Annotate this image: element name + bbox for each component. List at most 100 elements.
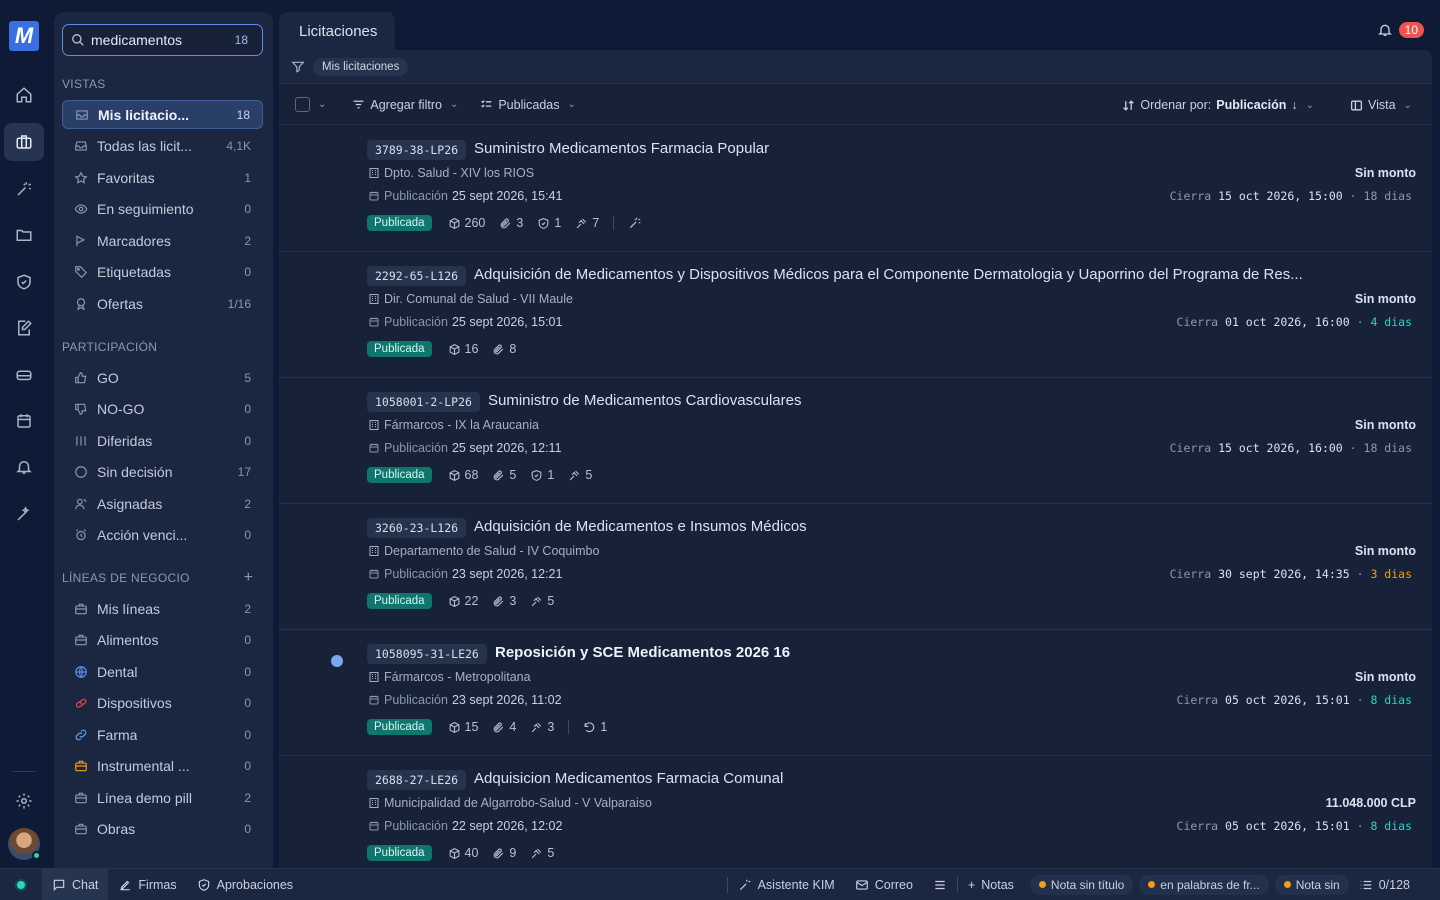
table-row[interactable]: 1058095-31-LE26 Reposición y SCE Medicame… xyxy=(279,630,1432,756)
sidebar-item[interactable]: Mis líneas 2 xyxy=(62,594,263,623)
sidebar-item[interactable]: Todas las licit... 4,1K xyxy=(62,132,263,161)
sidebar-item[interactable]: En seguimiento 0 xyxy=(62,195,263,224)
sidebar-item-label: Dental xyxy=(97,663,138,680)
home-icon[interactable] xyxy=(4,76,44,114)
tender-published: Publicación 25 sept 2026, 15:01 xyxy=(368,315,562,329)
sidebar-item[interactable]: Obras 0 xyxy=(62,815,263,844)
wand-icon[interactable] xyxy=(4,495,44,533)
filter-row: Mis licitaciones xyxy=(279,50,1432,84)
tender-title[interactable]: Reposición y SCE Medicamentos 2026 16 xyxy=(495,644,790,661)
asistente-button[interactable]: Asistente KIM xyxy=(728,869,845,900)
add-filter-button[interactable]: Agregar filtro ⌄ xyxy=(352,98,458,112)
tender-id[interactable]: 1058095-31-LE26 xyxy=(367,644,487,664)
sidebar-item-label: Dispositivos xyxy=(97,695,172,711)
select-all-checkbox[interactable] xyxy=(295,97,310,112)
chat-button[interactable]: Chat xyxy=(42,868,109,900)
ai-analysis-button[interactable] xyxy=(628,216,642,230)
note-tab[interactable]: Nota sin xyxy=(1274,874,1349,895)
note-tab[interactable]: en palabras de fr... xyxy=(1139,874,1269,895)
menu-button[interactable] xyxy=(923,869,957,900)
bids-count: 5 xyxy=(530,846,554,860)
edit-document-icon[interactable] xyxy=(4,309,44,347)
sidebar-item[interactable]: Ofertas 1/16 xyxy=(62,289,263,318)
app-logo[interactable]: M xyxy=(9,21,39,51)
note-tab[interactable]: Nota sin título xyxy=(1029,874,1134,895)
folder-icon[interactable] xyxy=(4,216,44,254)
table-row[interactable]: 3789-38-LP26 Suministro Medicamentos Farm… xyxy=(279,126,1432,252)
table-row[interactable]: 2688-27-LE26 Adquisicion Medicamentos Far… xyxy=(279,756,1432,868)
tab-licitaciones[interactable]: Licitaciones xyxy=(279,12,395,50)
note-tab-label: en palabras de fr... xyxy=(1160,877,1260,892)
chevron-down-icon[interactable]: ⌄ xyxy=(318,99,326,110)
notifications-button[interactable]: 10 xyxy=(1377,22,1424,38)
sort-dropdown[interactable]: Ordenar por: Publicación ↓ ⌄ xyxy=(1122,98,1314,112)
sidebar-item[interactable]: Línea demo pill 2 xyxy=(62,783,263,812)
status-dropdown[interactable]: Publicadas ⌄ xyxy=(480,98,576,112)
search-input[interactable] xyxy=(91,32,211,48)
aprobaciones-button[interactable]: Aprobaciones xyxy=(187,869,303,900)
sidebar-item[interactable]: Instrumental ... 0 xyxy=(62,752,263,781)
sidebar-item[interactable]: Dispositivos 0 xyxy=(62,689,263,718)
columns-icon xyxy=(76,435,86,446)
tender-id[interactable]: 1058001-2-LP26 xyxy=(367,392,480,412)
search-box[interactable]: 18 xyxy=(62,24,263,56)
tender-title[interactable]: Suministro de Medicamentos Cardiovascula… xyxy=(488,392,801,409)
published-label: Publicación xyxy=(384,315,448,329)
table-row[interactable]: 2292-65-L126 Adquisición de Medicamentos … xyxy=(279,252,1432,378)
menu-icon xyxy=(935,880,945,889)
separator: · xyxy=(1356,315,1364,329)
tender-id[interactable]: 2688-27-LE26 xyxy=(367,770,467,790)
bell-icon[interactable] xyxy=(4,448,44,486)
sidebar-item[interactable]: Favoritas 1 xyxy=(62,163,263,192)
shield-icon[interactable] xyxy=(4,263,44,301)
sidebar-item[interactable]: Dental 0 xyxy=(62,657,263,686)
tender-published: Publicación 22 sept 2026, 12:02 xyxy=(368,819,562,833)
magic-icon[interactable] xyxy=(4,170,44,208)
tender-id[interactable]: 3260-23-L126 xyxy=(367,518,467,538)
avatar[interactable] xyxy=(8,828,41,860)
sidebar-item-label: Farma xyxy=(97,726,138,743)
sidebar-item[interactable]: Marcadores 2 xyxy=(62,226,263,255)
magic-icon xyxy=(630,217,641,229)
firmas-button[interactable]: Firmas xyxy=(108,869,186,900)
tender-title[interactable]: Adquisición de Medicamentos y Dispositiv… xyxy=(474,266,1303,283)
items-count-value: 15 xyxy=(464,720,479,734)
table-row[interactable]: 3260-23-L126 Adquisición de Medicamentos … xyxy=(279,504,1432,630)
active-filter-chip[interactable]: Mis licitaciones xyxy=(313,57,409,76)
sidebar-item[interactable]: Farma 0 xyxy=(62,720,263,749)
sidebar-item[interactable]: Etiquetadas 0 xyxy=(62,258,263,287)
sidebar-item-count: 0 xyxy=(244,433,251,448)
notes-counter[interactable]: 0/128 xyxy=(1349,869,1420,900)
search-icon xyxy=(72,34,84,46)
sidebar-item[interactable]: Diferidas 0 xyxy=(62,426,263,455)
sidebar-item[interactable]: Acción venci... 0 xyxy=(62,521,263,550)
settings-icon[interactable] xyxy=(4,782,44,820)
tender-id[interactable]: 3789-38-LP26 xyxy=(367,140,467,160)
sidebar-item[interactable]: Sin decisión 17 xyxy=(62,458,263,487)
sidebar-item[interactable]: NO-GO 0 xyxy=(62,395,263,424)
tender-title[interactable]: Adquisición de Medicamentos e Insumos Mé… xyxy=(474,518,807,535)
briefcase-icon[interactable] xyxy=(4,123,44,161)
box-icon xyxy=(449,469,459,481)
days-remaining: 18 dias xyxy=(1363,441,1412,455)
tender-title[interactable]: Adquisicion Medicamentos Farmacia Comuna… xyxy=(474,770,783,787)
drive-icon[interactable] xyxy=(4,356,44,394)
sidebar-item[interactable]: Alimentos 0 xyxy=(62,626,263,655)
sidebar-item[interactable]: GO 5 xyxy=(62,363,263,392)
add-line-button[interactable]: + xyxy=(244,569,253,587)
sidebar-item-label: Alimentos xyxy=(97,632,159,648)
sidebar-item[interactable]: Asignadas 2 xyxy=(62,489,263,518)
tender-id[interactable]: 2292-65-L126 xyxy=(367,266,467,286)
sidebar-item[interactable]: Mis licitacio... 18 xyxy=(62,100,263,129)
published-date: 23 sept 2026, 11:02 xyxy=(451,693,562,707)
calendar-icon[interactable] xyxy=(4,402,44,440)
sidebar-item-label: GO xyxy=(97,369,119,386)
box-icon xyxy=(449,721,459,733)
filter-icon[interactable] xyxy=(291,60,305,74)
correo-button[interactable]: Correo xyxy=(845,869,923,900)
view-dropdown[interactable]: Vista ⌄ xyxy=(1350,98,1412,112)
table-row[interactable]: 1058001-2-LP26 Suministro de Medicamentos… xyxy=(279,378,1432,504)
tender-title[interactable]: Suministro Medicamentos Farmacia Popular xyxy=(474,140,769,157)
briefcase-icon xyxy=(75,603,87,614)
new-note-button[interactable]: + Notas xyxy=(958,869,1024,900)
